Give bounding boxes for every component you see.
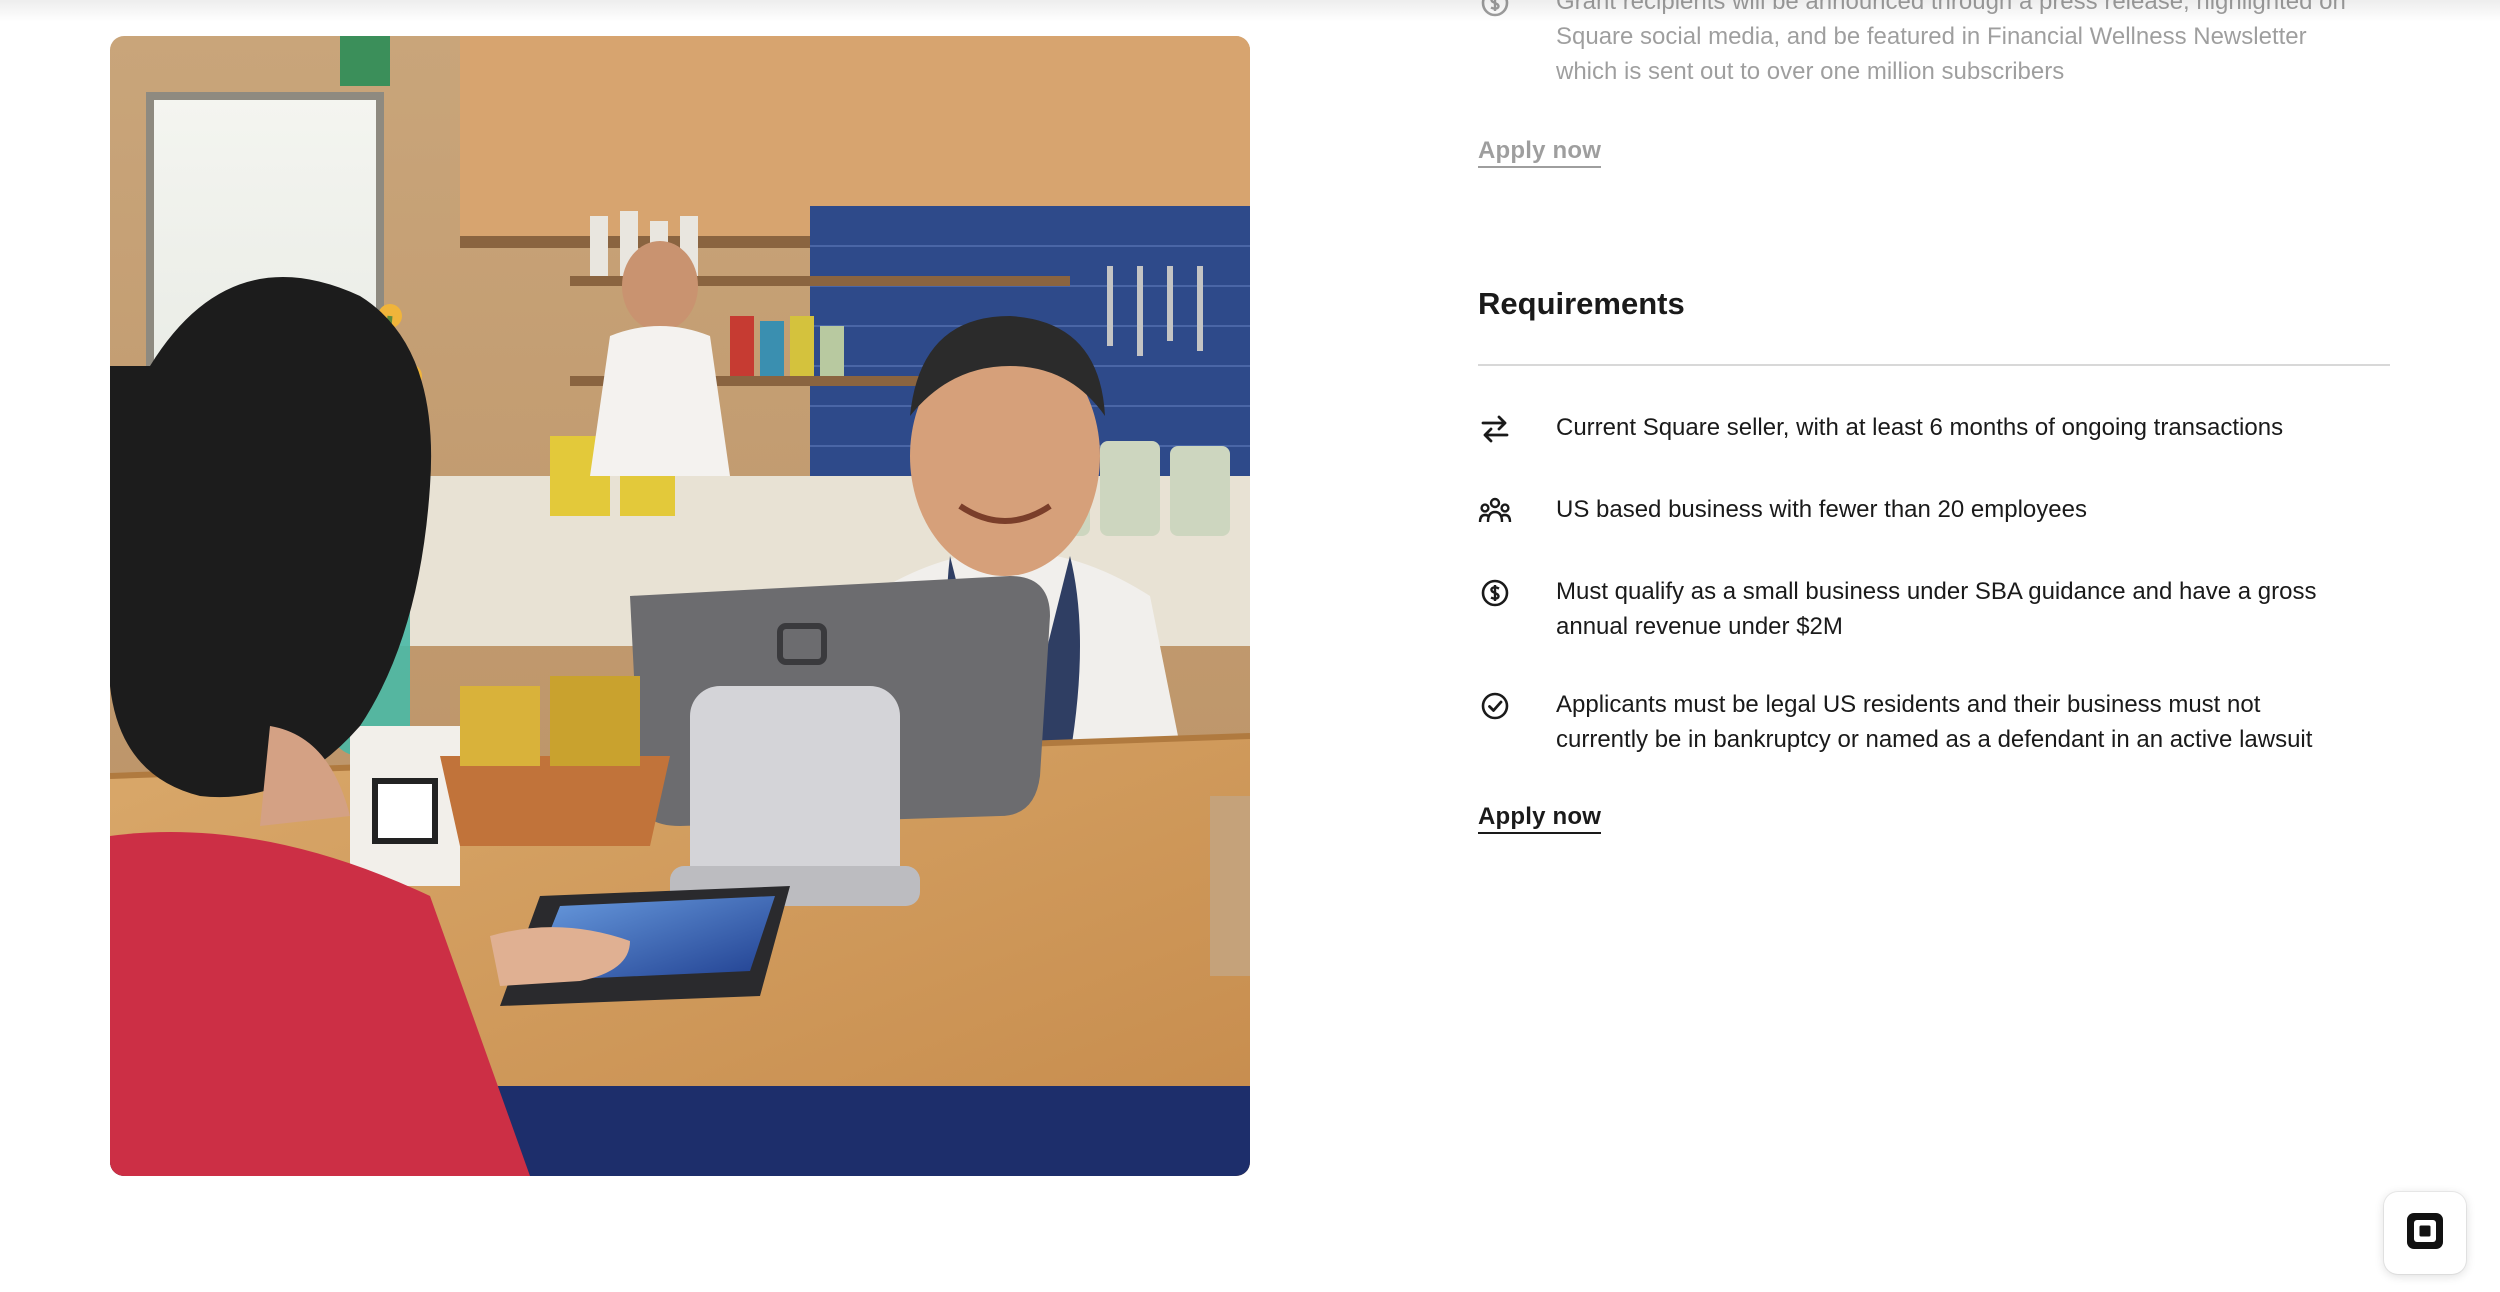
check-circle-icon bbox=[1478, 689, 1512, 723]
announcement-text: Grant recipients will be announced throu… bbox=[1556, 0, 2346, 85]
content-column: Grant recipients will be announced throu… bbox=[1478, 0, 2390, 1292]
dollar-circle-icon bbox=[1478, 0, 1512, 20]
requirement-text: Current Square seller, with at least 6 m… bbox=[1556, 414, 2284, 441]
requirement-text: Must qualify as a small business under S… bbox=[1556, 578, 2317, 640]
dollar-circle-icon bbox=[1478, 576, 1512, 610]
apply-now-link-top[interactable]: Apply now bbox=[1478, 137, 1602, 168]
square-logo-button[interactable] bbox=[2384, 1192, 2466, 1274]
apply-now-link[interactable]: Apply now bbox=[1478, 803, 1602, 834]
requirement-item: Must qualify as a small business under S… bbox=[1478, 574, 2356, 644]
requirement-item: US based business with fewer than 20 emp… bbox=[1478, 492, 2087, 528]
people-group-icon bbox=[1478, 494, 1512, 528]
cafe-checkout-photo bbox=[110, 36, 1250, 1176]
square-logo-icon bbox=[2404, 1210, 2446, 1257]
requirements-heading: Requirements bbox=[1478, 286, 1685, 321]
requirement-item: Applicants must be legal US residents an… bbox=[1478, 687, 2356, 757]
transfer-arrows-icon bbox=[1478, 412, 1512, 446]
requirement-item: Current Square seller, with at least 6 m… bbox=[1478, 410, 2283, 446]
requirement-text: US based business with fewer than 20 emp… bbox=[1556, 496, 2087, 523]
requirement-text: Applicants must be legal US residents an… bbox=[1556, 691, 2313, 753]
section-divider bbox=[1478, 364, 2390, 366]
announcement-row: Grant recipients will be announced throu… bbox=[1478, 0, 2378, 89]
